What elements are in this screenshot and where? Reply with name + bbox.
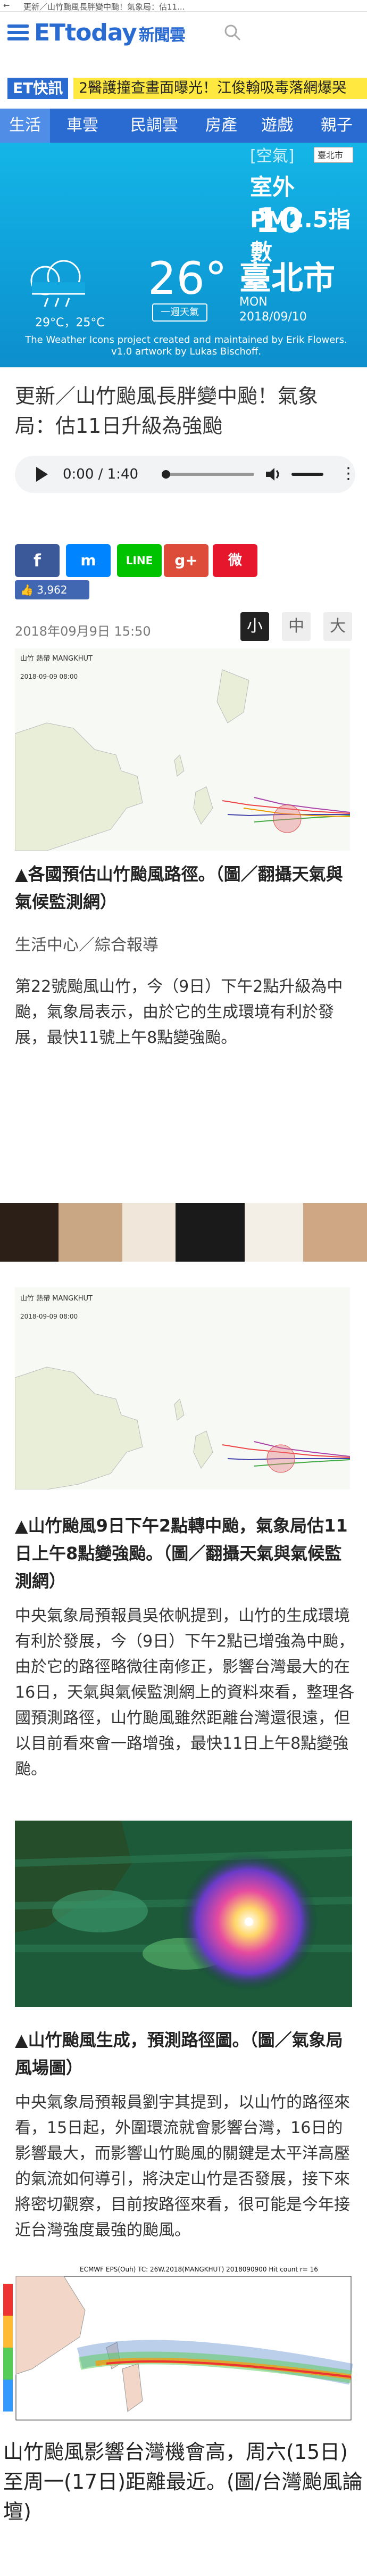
ad-banner[interactable] bbox=[0, 1203, 367, 1262]
volume-slider[interactable] bbox=[291, 473, 323, 476]
article-headline: 更新／山竹颱風長胖變中颱！氣象局：估11日升級為強颱 bbox=[15, 384, 319, 438]
facebook-share-button[interactable]: f bbox=[15, 544, 60, 577]
week-weather-button[interactable]: 一週天氣 bbox=[152, 303, 207, 322]
font-medium-button[interactable]: 中 bbox=[282, 612, 311, 641]
tab-parenting[interactable]: 親子 bbox=[306, 109, 367, 143]
article-source: 生活中心／綜合報導 bbox=[15, 936, 159, 954]
wind-field-graphic bbox=[15, 1821, 352, 2007]
browser-title: 更新／山竹颱風長胖變中颱！氣象局：估11... bbox=[23, 2, 185, 12]
play-icon[interactable] bbox=[36, 467, 48, 482]
tab-life[interactable]: 生活 bbox=[0, 109, 50, 143]
hamburger-menu-icon[interactable] bbox=[7, 24, 29, 40]
ecmwf-ensemble-map: ECMWF EPS(Ouh) TC: 26W.2018(MANGKHUT) 20… bbox=[0, 2262, 367, 2433]
article-paragraph-1: 第22號颱風山竹，今（9日）下午2點升級為中颱，氣象局表示，由於它的生成環境有利… bbox=[15, 977, 343, 1047]
temp-range: 29°C，25°C bbox=[35, 316, 105, 330]
messenger-share-button[interactable]: m bbox=[66, 544, 111, 577]
image-caption-3: ▲山竹颱風生成，預測路徑圖。（圖／氣象局風場圖） bbox=[15, 2030, 343, 2078]
article-paragraph-3: 中央氣象局預報員劉宇其提到，以山竹的路徑來看，15日起，外圍環流就會影響台灣，1… bbox=[15, 2093, 350, 2240]
volume-icon[interactable] bbox=[265, 466, 283, 482]
typhoon-track-map: 山竹 熱帶 MANGKHUT 2018-09-09 08:00 bbox=[15, 648, 350, 851]
map2-title: 山竹 熱帶 MANGKHUT bbox=[20, 1295, 93, 1303]
breaking-text[interactable]: 2醫護撞查畫面曝光！江俊翰吸毒落網爆哭 bbox=[73, 78, 367, 99]
search-icon[interactable] bbox=[223, 23, 241, 42]
air-header: [空氣] bbox=[250, 147, 295, 166]
typhoon-track-map-2: 山竹 熱帶 MANGKHUT 2018-09-09 08:00 bbox=[15, 1287, 350, 1489]
pm-value: 10 bbox=[255, 201, 303, 241]
publish-date: 2018年09月9日 15:50 bbox=[15, 624, 151, 639]
tab-poll[interactable]: 民調雲 bbox=[117, 109, 191, 143]
back-arrow-icon[interactable]: ← bbox=[3, 1, 10, 10]
tab-property[interactable]: 房產 bbox=[195, 109, 248, 143]
final-caption: 山竹颱風影響台灣機會高，周六(15日)至周一(17日)距離最近。(圖/台灣颱風論… bbox=[3, 2440, 363, 2523]
tab-car[interactable]: 車雲 bbox=[53, 109, 112, 143]
weather-credit: The Weather Icons project created and ma… bbox=[25, 334, 347, 357]
article-paragraph-2: 中央氣象局預報員吳依帆提到，山竹的生成環境有利於發展，今（9日）下午2點已增強為… bbox=[15, 1607, 355, 1779]
weibo-share-button[interactable]: 微 bbox=[213, 544, 257, 577]
wind-field-image bbox=[15, 1821, 352, 2007]
font-large-button[interactable]: 大 bbox=[323, 612, 352, 641]
google-plus-share-button[interactable]: g+ bbox=[164, 544, 208, 577]
tab-games[interactable]: 遊戲 bbox=[248, 109, 306, 143]
line-share-button[interactable]: LINE bbox=[117, 544, 162, 577]
audio-time: 0:00 / 1:40 bbox=[63, 466, 139, 482]
image-caption-2: ▲山竹颱風9日下午2點轉中颱，氣象局估11日上午8點變強颱。（圖／翻攝天氣與氣候… bbox=[15, 1516, 348, 1591]
like-button[interactable]: 👍 3,962 bbox=[15, 580, 89, 599]
map1-title: 山竹 熱帶 MANGKHUT bbox=[20, 655, 93, 663]
like-count: 3,962 bbox=[37, 583, 68, 596]
audio-progress-knob[interactable] bbox=[162, 470, 170, 479]
more-options-icon[interactable]: ⋮ bbox=[340, 464, 356, 483]
breaking-news-bar[interactable]: ET快訊 2醫護撞查畫面曝光！江俊翰吸毒落網爆哭 bbox=[0, 75, 367, 102]
site-logo[interactable]: ETtoday 新聞雲 bbox=[34, 19, 186, 46]
ecmwf-title: ECMWF EPS(Ouh) TC: 26W.2018(MANGKHUT) 20… bbox=[80, 2266, 318, 2273]
map1-time: 2018-09-09 08:00 bbox=[20, 673, 78, 680]
breaking-badge: ET快訊 bbox=[7, 78, 69, 99]
ecmwf-graphic bbox=[3, 2276, 353, 2421]
weather-widget: [空氣] 臺北市 室外PM2.5指數 10 29°C，25°C 26° 一週天氣… bbox=[0, 143, 367, 367]
browser-topbar: ← 更新／山竹颱風長胖變中颱！氣象局：估11... bbox=[0, 0, 367, 12]
weather-city: 臺北市 bbox=[239, 260, 335, 297]
weather-date: MON 2018/09/10 bbox=[239, 295, 307, 324]
image-caption-1: ▲各國預估山竹颱風路徑。（圖／翻攝天氣與氣候監測網） bbox=[15, 864, 343, 912]
audio-player: 0:00 / 1:40 ⋮ bbox=[15, 456, 356, 493]
city-select[interactable]: 臺北市 bbox=[314, 147, 353, 163]
rain-cloud-icon bbox=[30, 260, 85, 307]
audio-progress[interactable] bbox=[164, 473, 254, 476]
map2-time: 2018-09-09 08:00 bbox=[20, 1313, 78, 1320]
font-small-button[interactable]: 小 bbox=[240, 612, 269, 641]
category-nav: 生活 車雲 民調雲 房產 遊戲 親子 bbox=[0, 109, 367, 143]
current-temperature: 26° bbox=[148, 252, 227, 304]
